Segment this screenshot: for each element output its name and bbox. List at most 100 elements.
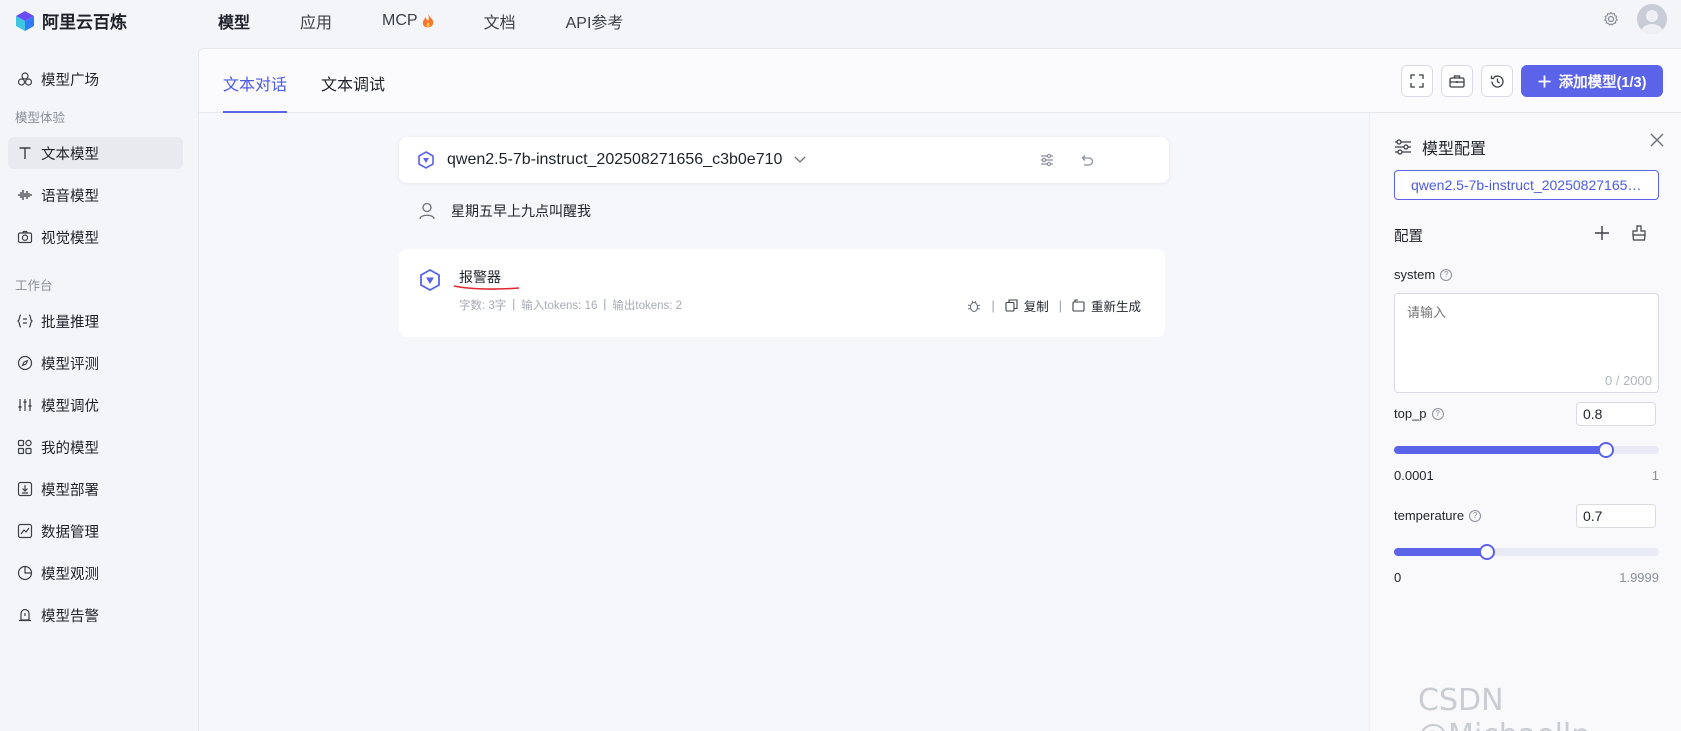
- plus-icon: [1538, 75, 1551, 87]
- regenerate-button[interactable]: 重新生成: [1072, 296, 1141, 315]
- config-sliders-icon: [1395, 139, 1411, 155]
- config-section-label: 配置: [1394, 225, 1423, 246]
- bug-icon[interactable]: [967, 299, 981, 313]
- toolbox-button[interactable]: [1441, 65, 1473, 97]
- user-icon: [419, 202, 435, 220]
- regenerate-icon: [1072, 299, 1085, 312]
- sidebar-item-label: 语音模型: [41, 188, 99, 205]
- sidebar-item-label: 批量推理: [41, 314, 99, 331]
- slider-thumb[interactable]: [1598, 442, 1614, 458]
- sidebar-item-my-models[interactable]: 我的模型: [8, 431, 183, 463]
- system-char-counter: 0 / 2000: [1605, 373, 1652, 388]
- sidebar-item-model-evaluation[interactable]: 模型评测: [8, 347, 183, 379]
- sidebar-item-audio-model[interactable]: 语音模型: [8, 179, 183, 211]
- output-token-count: 输出tokens: 2: [612, 300, 683, 312]
- qwen-logo-icon: [418, 151, 434, 169]
- topnav-item-apps[interactable]: 应用: [300, 9, 332, 33]
- sidebar-item-model-tuning[interactable]: 模型调优: [8, 389, 183, 421]
- sidebar-item-label: 模型观测: [41, 566, 99, 583]
- sidebar-item-data-management[interactable]: 数据管理: [8, 515, 183, 547]
- active-tab-indicator: [223, 111, 287, 113]
- divider: |: [512, 299, 516, 311]
- sidebar-group-workbench: 工作台: [15, 279, 53, 293]
- top-p-slider[interactable]: [1394, 442, 1659, 458]
- add-model-button[interactable]: 添加模型(1/3): [1521, 65, 1663, 97]
- sidebar-item-vision-model[interactable]: 视觉模型: [8, 221, 183, 253]
- sidebar-item-model-observation[interactable]: 模型观测: [8, 557, 183, 589]
- sidebar-item-model-plaza[interactable]: 模型广场: [8, 63, 183, 95]
- tab-text-debug[interactable]: 文本调试: [321, 71, 385, 95]
- fullscreen-icon: [1410, 74, 1424, 88]
- sidebar: 模型广场 模型体验 文本模型 语音模型 视觉模型 工作台 批量推理 模型评测 模…: [0, 48, 198, 731]
- help-icon[interactable]: ?: [1431, 407, 1444, 420]
- config-section-title: 配置: [1394, 229, 1423, 245]
- topnav-item-mcp[interactable]: MCP: [382, 12, 434, 30]
- user-message: 星期五早上九点叫醒我: [419, 201, 591, 221]
- top-p-min: 0.0001: [1394, 468, 1434, 483]
- plus-icon[interactable]: [1594, 225, 1610, 241]
- topnav-label: 应用: [300, 15, 333, 32]
- slider-thumb[interactable]: [1478, 544, 1495, 560]
- copy-button[interactable]: 复制: [1005, 296, 1049, 315]
- fullscreen-button[interactable]: [1401, 65, 1433, 97]
- close-icon[interactable]: [1650, 133, 1664, 147]
- temperature-slider[interactable]: [1394, 544, 1659, 560]
- temperature-input[interactable]: [1576, 504, 1656, 528]
- brand-logo-icon: [16, 10, 34, 31]
- brand-name: 阿里云百炼: [42, 13, 127, 32]
- system-label-row: system ?: [1394, 267, 1453, 282]
- sidebar-item-batch-inference[interactable]: 批量推理: [8, 305, 183, 337]
- sidebar-item-text-model[interactable]: 文本模型: [8, 137, 183, 169]
- sidebar-item-label: 文本模型: [41, 146, 99, 163]
- topnav-label: API参考: [565, 15, 624, 32]
- topnav-label: 模型: [218, 15, 251, 32]
- config-model-name-field[interactable]: qwen2.5-7b-instruct_202508271656_c3b0e71…: [1394, 170, 1659, 200]
- qwen-logo-icon: [420, 269, 440, 291]
- bell-alert-icon: [17, 607, 33, 623]
- help-icon[interactable]: ?: [1469, 509, 1482, 522]
- input-token-count: 输入tokens: 16: [521, 300, 598, 312]
- main-content: 文本对话 文本调试 添加模型(1/3) qwen2.5-7b-instruct_…: [198, 48, 1681, 731]
- top-p-input[interactable]: [1576, 402, 1656, 426]
- user-avatar[interactable]: [1637, 4, 1667, 34]
- model-config-panel: 模型配置 qwen2.5-7b-instruct_202508271656_c3…: [1369, 113, 1681, 731]
- settings-sliders-icon[interactable]: [1039, 152, 1055, 168]
- clear-brush-icon[interactable]: [1632, 225, 1646, 241]
- line-chart-icon: [17, 523, 33, 539]
- fire-icon: [422, 13, 433, 27]
- help-icon[interactable]: ?: [1440, 268, 1453, 281]
- copy-label: 复制: [1023, 300, 1049, 314]
- model-selector[interactable]: qwen2.5-7b-instruct_202508271656_c3b0e71…: [399, 137, 1169, 183]
- avatar-person-icon: [1641, 10, 1663, 34]
- temperature-label: temperature: [1394, 508, 1465, 523]
- tab-text-chat[interactable]: 文本对话: [223, 71, 287, 95]
- grid-apps-icon: [17, 439, 33, 455]
- sidebar-item-model-deployment[interactable]: 模型部署: [8, 473, 183, 505]
- chevron-down-icon: [794, 156, 806, 163]
- config-panel-title: 模型配置: [1422, 141, 1487, 158]
- handwritten-underline-annotation: [453, 285, 520, 290]
- config-panel-header: 模型配置: [1394, 135, 1486, 159]
- top-nav-menu: 模型 应用 MCP 文档 API参考: [218, 0, 673, 42]
- download-box-icon: [17, 481, 33, 497]
- camera-icon: [17, 229, 33, 245]
- history-button[interactable]: [1481, 65, 1513, 97]
- top-p-label-row: top_p ?: [1394, 406, 1444, 421]
- cube-cluster-icon: [17, 71, 33, 87]
- char-count: 字数: 3字: [459, 300, 507, 312]
- topnav-item-models[interactable]: 模型: [218, 9, 250, 33]
- sidebar-item-model-alert[interactable]: 模型告警: [8, 599, 183, 631]
- divider: |: [991, 298, 995, 313]
- topnav-item-docs[interactable]: 文档: [484, 9, 516, 33]
- regenerate-label: 重新生成: [1090, 300, 1141, 314]
- brand-logo[interactable]: 阿里云百炼: [14, 8, 127, 33]
- top-p-label: top_p: [1394, 406, 1427, 421]
- waveform-icon: [17, 187, 33, 203]
- topnav-item-api-reference[interactable]: API参考: [566, 9, 624, 33]
- temperature-label-row: temperature ?: [1394, 508, 1482, 523]
- user-message-text: 星期五早上九点叫醒我: [451, 203, 591, 219]
- compass-icon: [17, 355, 33, 371]
- pie-chart-icon: [17, 565, 33, 581]
- undo-icon[interactable]: [1079, 152, 1095, 168]
- gear-icon[interactable]: [1603, 11, 1619, 27]
